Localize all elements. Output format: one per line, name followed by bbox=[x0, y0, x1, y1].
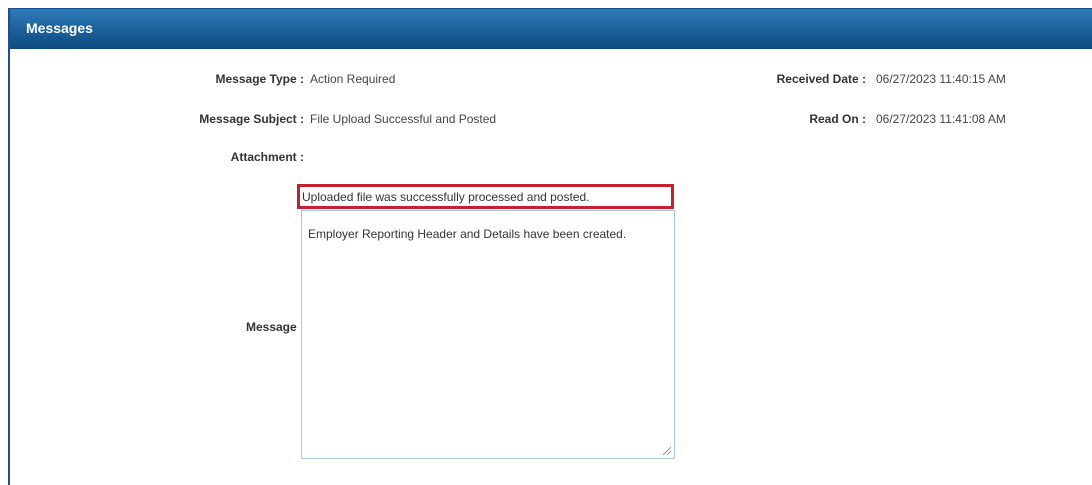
message-type-value: Action Required bbox=[310, 72, 396, 86]
message-textarea[interactable]: Employer Reporting Header and Details ha… bbox=[301, 210, 675, 459]
read-on-value: 06/27/2023 11:41:08 AM bbox=[876, 112, 1006, 126]
received-date-value: 06/27/2023 11:40:15 AM bbox=[876, 72, 1006, 86]
message-subject-label: Message Subject : bbox=[199, 112, 304, 126]
highlight-box bbox=[297, 184, 674, 209]
attachment-label: Attachment : bbox=[230, 150, 304, 164]
read-on-label: Read On : bbox=[809, 112, 866, 126]
message-type-label: Message Type : bbox=[215, 72, 304, 86]
message-subject-value: File Upload Successful and Posted bbox=[310, 112, 497, 126]
resize-grip-icon[interactable] bbox=[663, 447, 671, 455]
received-date-label: Received Date : bbox=[776, 72, 866, 86]
panel-title: Messages bbox=[26, 20, 93, 36]
message-label: Message : bbox=[245, 320, 304, 334]
message-line-2: Employer Reporting Header and Details ha… bbox=[308, 227, 627, 241]
panel-header: Messages bbox=[10, 9, 1092, 49]
